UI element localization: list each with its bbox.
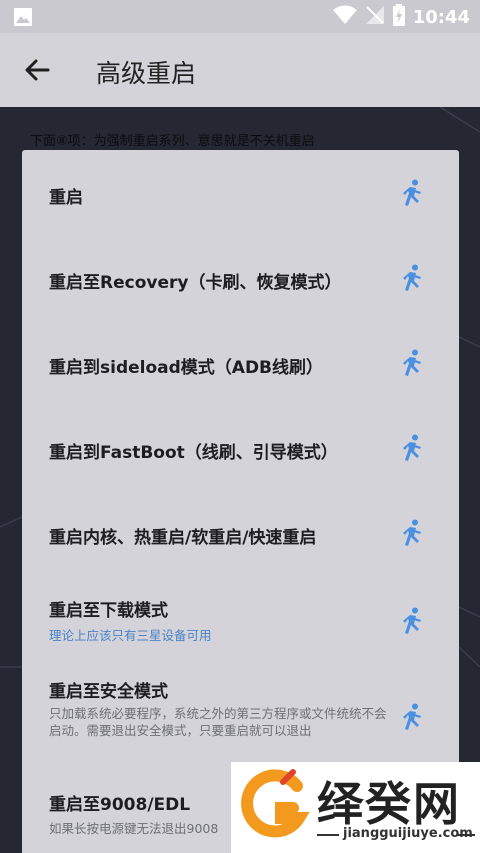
option-reboot[interactable]: 重启: [22, 150, 459, 235]
page-title: 高级重启: [96, 59, 197, 88]
option-label: 重启至Recovery（卡刷、恢复模式）: [49, 273, 342, 293]
watermark: 绎癸网 jiangguijiuye.com: [231, 762, 480, 853]
option-reboot-kernel[interactable]: 重启内核、热重启/软重启/快速重启: [22, 490, 459, 575]
option-label: 重启内核、热重启/软重启/快速重启: [49, 528, 317, 548]
wifi-icon: [332, 5, 357, 29]
option-label: 重启: [49, 188, 83, 208]
watermark-brand: 绎癸网: [317, 777, 461, 831]
option-label: 重启至下载模式: [49, 601, 168, 621]
watermark-logo-icon: [237, 768, 311, 846]
battery-charging-icon: [392, 4, 405, 30]
watermark-site: jiangguijiuye.com: [343, 826, 473, 841]
background-hint-text: 下面⑧项：为强制重启系列、意思就是不关机重启: [30, 134, 315, 149]
restart-options-dialog: 重启 重启至Recovery（卡刷、恢复模式） 重启到sideload模式（AD…: [22, 150, 459, 853]
back-arrow-icon[interactable]: [22, 55, 52, 85]
option-reboot-fastboot[interactable]: 重启到FastBoot（线刷、引导模式）: [22, 405, 459, 490]
running-man-icon: [400, 179, 424, 207]
option-subtitle: 理论上应该只有三星设备可用: [49, 628, 212, 643]
running-man-icon: [400, 519, 424, 547]
option-reboot-download[interactable]: 重启至下载模式 理论上应该只有三星设备可用: [22, 575, 459, 655]
option-reboot-safe-mode[interactable]: 重启至安全模式 只加载系统必要程序，系统之外的第三方程序或文件统统不会启动。需要…: [22, 655, 459, 765]
watermark-rule-right: [457, 834, 475, 836]
running-man-icon: [400, 703, 424, 731]
running-man-icon: [400, 264, 424, 292]
option-label: 重启至安全模式: [49, 682, 168, 702]
running-man-icon: [400, 607, 424, 635]
clock-time: 10:44: [412, 6, 470, 28]
running-man-icon: [400, 349, 424, 377]
image-notification-icon: [14, 8, 32, 30]
app-bar: 高级重启: [0, 33, 480, 107]
option-description: 只加载系统必要程序，系统之外的第三方程序或文件统统不会启动。需要退出安全模式，只…: [49, 706, 387, 738]
watermark-rule-left: [317, 834, 339, 836]
option-reboot-recovery[interactable]: 重启至Recovery（卡刷、恢复模式）: [22, 235, 459, 320]
option-reboot-sideload[interactable]: 重启到sideload模式（ADB线刷）: [22, 320, 459, 405]
option-label: 重启至9008/EDL: [49, 795, 191, 815]
status-bar: 10:44: [0, 0, 480, 33]
option-label: 重启到FastBoot（线刷、引导模式）: [49, 443, 338, 463]
option-label: 重启到sideload模式（ADB线刷）: [49, 358, 324, 378]
running-man-icon: [400, 434, 424, 462]
no-signal-icon: [365, 5, 385, 29]
